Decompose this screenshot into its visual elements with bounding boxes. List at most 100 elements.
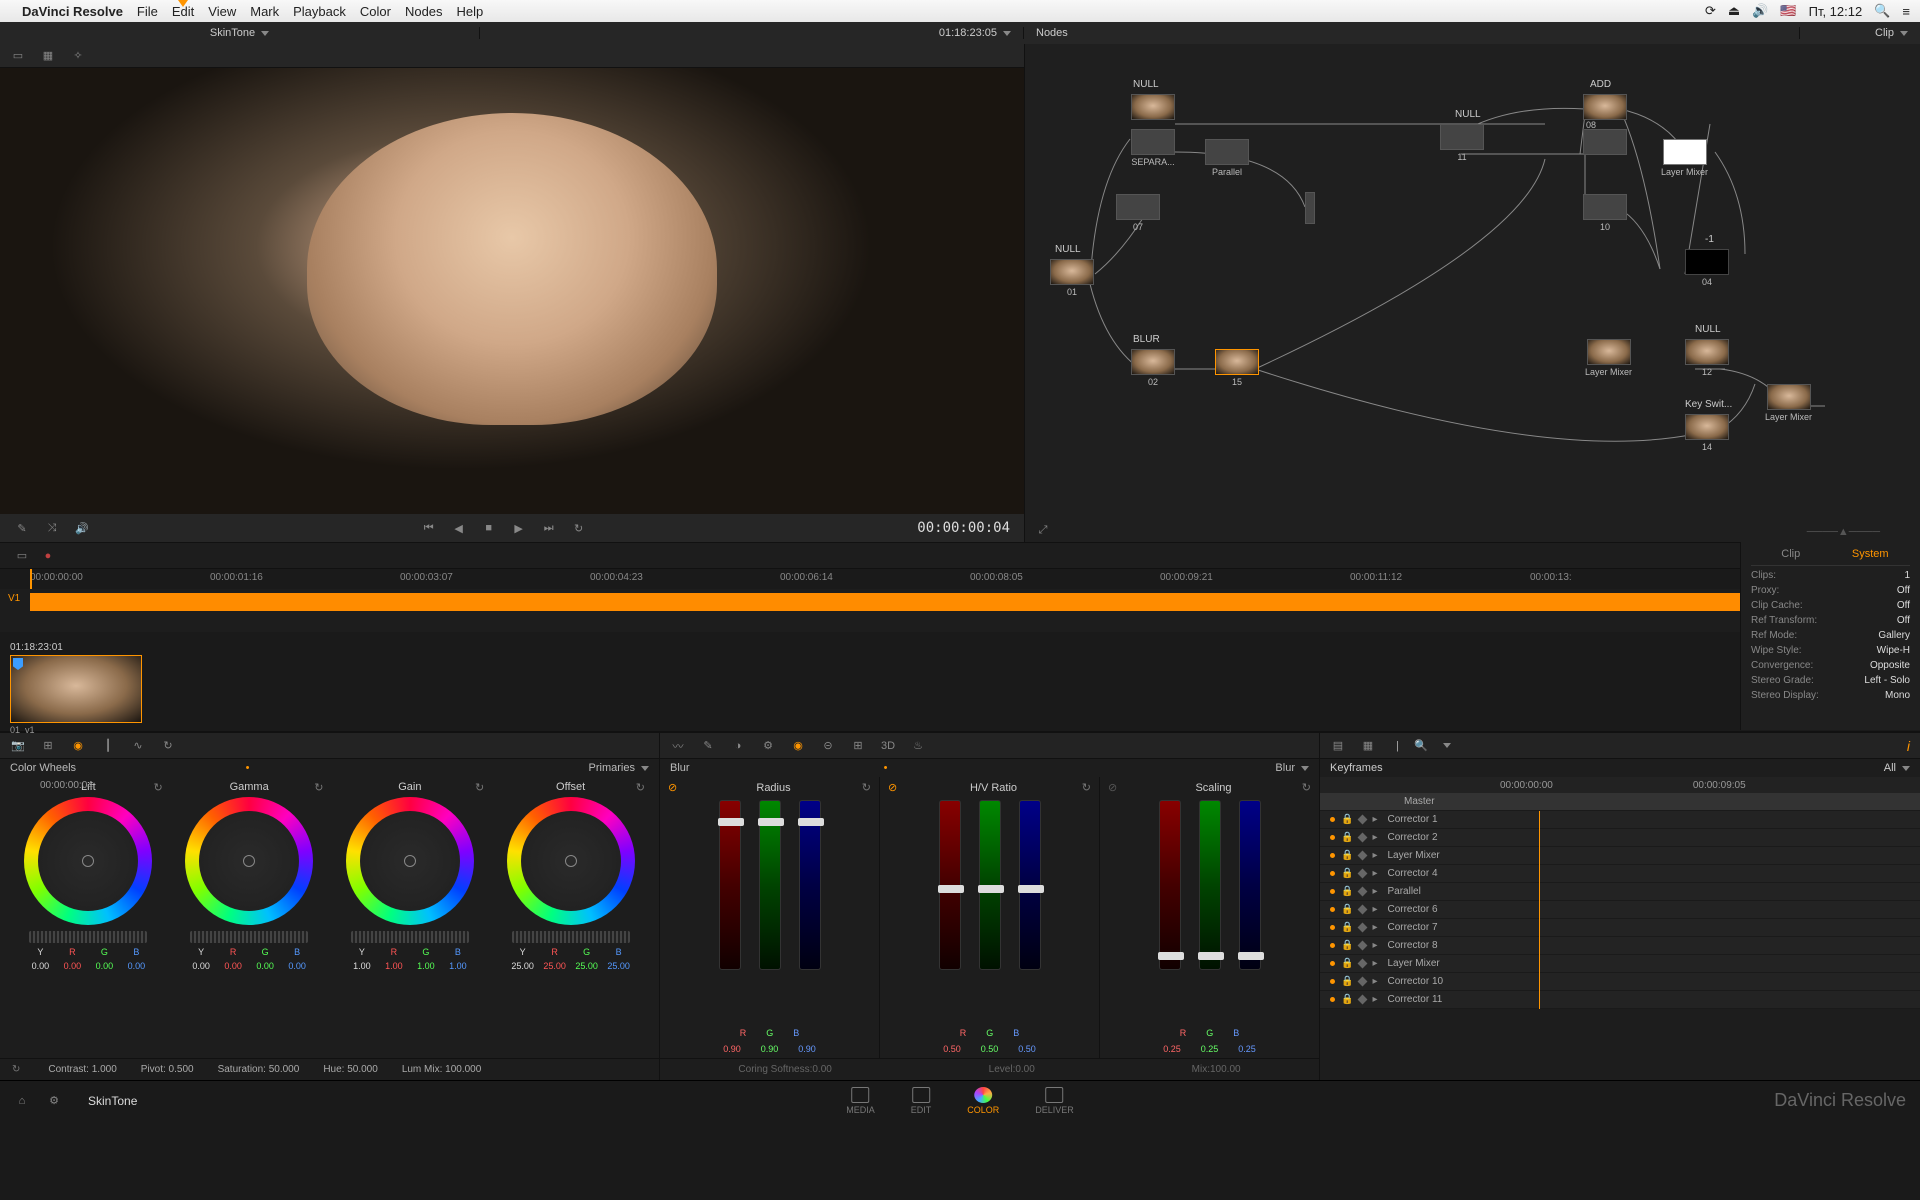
eject-icon[interactable]: ⏏ (1728, 3, 1740, 19)
lock-icon[interactable]: 🔒 (1341, 994, 1353, 1005)
expand-icon[interactable]: ▸ (1372, 994, 1377, 1005)
keyframe-icon[interactable] (1358, 869, 1368, 879)
menu-help[interactable]: Help (457, 4, 484, 19)
node-04[interactable]: 04 (1685, 249, 1729, 287)
reset-icon[interactable]: ↻ (636, 781, 645, 794)
kf-enable-icon[interactable] (1330, 961, 1335, 966)
lock-icon[interactable]: 🔒 (1341, 814, 1353, 825)
single-view-icon[interactable]: ▭ (10, 48, 26, 64)
bars-mode-icon[interactable]: ┃ (100, 738, 116, 754)
node-08[interactable]: 08 (1583, 129, 1627, 155)
node-10[interactable]: 10 (1583, 194, 1627, 232)
blur-tool-icon[interactable]: ◉ (790, 738, 806, 754)
kf-enable-icon[interactable] (1330, 871, 1335, 876)
pivot-value[interactable]: Pivot: 0.500 (141, 1064, 194, 1075)
viewer-image[interactable] (0, 68, 1024, 514)
kf-row[interactable]: 🔒▸Corrector 4 (1320, 865, 1920, 883)
keyframe-icon[interactable] (1358, 977, 1368, 987)
camera-icon[interactable]: 📷 (10, 738, 26, 754)
lock-icon[interactable]: 🔒 (1341, 922, 1353, 933)
reset-icon[interactable]: ↻ (1082, 781, 1091, 794)
kf-search-icon[interactable]: 🔍 (1413, 738, 1429, 754)
flag-icon[interactable]: 🇺🇸 (1780, 3, 1796, 19)
slider-blue[interactable] (799, 800, 821, 970)
expand-icon[interactable]: ▸ (1372, 886, 1377, 897)
lock-icon[interactable]: 🔒 (1341, 850, 1353, 861)
node-layermixer-1[interactable]: Layer Mixer (1661, 139, 1708, 177)
curve-tool-icon[interactable]: 〰 (670, 738, 686, 754)
primaries-dropdown[interactable]: Primaries (589, 762, 635, 774)
wheel-lift[interactable]: Lift↻YRGB0.000.000.000.00 (8, 781, 169, 1056)
jog-wheel[interactable] (190, 931, 308, 943)
page-media[interactable]: MEDIA (846, 1087, 875, 1115)
reset-icon[interactable]: ↻ (1302, 781, 1311, 794)
sync-icon[interactable]: ⟳ (1705, 3, 1716, 19)
wheel-gamma[interactable]: Gamma↻YRGB0.000.000.000.00 (169, 781, 330, 1056)
slider-green[interactable] (979, 800, 1001, 970)
timeline-record-icon[interactable]: ● (40, 548, 56, 564)
node-11[interactable]: 11 (1440, 124, 1484, 162)
kf-row[interactable]: 🔒▸Corrector 1 (1320, 811, 1920, 829)
kf-enable-icon[interactable] (1330, 817, 1335, 822)
contrast-value[interactable]: Contrast: 1.000 (48, 1064, 116, 1075)
keyframe-icon[interactable] (1358, 905, 1368, 915)
expand-icon[interactable]: ▸ (1372, 868, 1377, 879)
first-frame-button[interactable]: ⏮ (421, 520, 437, 536)
kf-enable-icon[interactable] (1330, 943, 1335, 948)
slider-green[interactable] (759, 800, 781, 970)
kf-enable-icon[interactable] (1330, 853, 1335, 858)
chevron-down-icon[interactable] (261, 31, 269, 36)
expand-icon[interactable]: ▸ (1372, 922, 1377, 933)
play-button[interactable]: ▶ (511, 520, 527, 536)
menu-playback[interactable]: Playback (293, 4, 346, 19)
kf-row[interactable]: 🔒▸Corrector 8 (1320, 937, 1920, 955)
chevron-down-icon[interactable] (1900, 31, 1908, 36)
mask-icon[interactable]: ◑ (730, 738, 746, 754)
reset-icon[interactable]: ↻ (475, 781, 484, 794)
kf-enable-icon[interactable] (1330, 907, 1335, 912)
link-icon[interactable]: ⊘ (888, 781, 897, 794)
expand-icon[interactable]: ▸ (1372, 832, 1377, 843)
flame-icon[interactable]: ♨ (910, 738, 926, 754)
chevron-down-icon[interactable] (1301, 766, 1309, 771)
kf-row[interactable]: 🔒▸Parallel (1320, 883, 1920, 901)
slider-blue[interactable] (1019, 800, 1041, 970)
picker-icon[interactable]: ✎ (14, 520, 30, 536)
node-layermixer-3[interactable]: Layer Mixer (1765, 384, 1812, 422)
loop-button[interactable]: ↻ (571, 520, 587, 536)
keyframe-icon[interactable] (1358, 959, 1368, 969)
kf-row[interactable]: 🔒▸Layer Mixer (1320, 847, 1920, 865)
expand-icon[interactable]: ▸ (1372, 976, 1377, 987)
menu-color[interactable]: Color (360, 4, 391, 19)
kf-row[interactable]: 🔒▸Corrector 2 (1320, 829, 1920, 847)
expand-icon[interactable]: ▸ (1372, 958, 1377, 969)
expand-icon[interactable]: ▸ (1372, 850, 1377, 861)
saturation-value[interactable]: Saturation: 50.000 (218, 1064, 300, 1075)
kf-enable-icon[interactable] (1330, 835, 1335, 840)
keyframe-icon[interactable] (1358, 833, 1368, 843)
menubar-clock[interactable]: Пт, 12:12 (1809, 4, 1863, 19)
kf-grid-icon[interactable]: ▦ (1360, 738, 1376, 754)
slider-blue[interactable] (1239, 800, 1261, 970)
volume-icon[interactable]: 🔊 (1752, 3, 1768, 19)
eyedropper-icon[interactable]: ✎ (700, 738, 716, 754)
lock-icon[interactable]: 🔒 (1341, 958, 1353, 969)
color-wheel[interactable] (185, 797, 313, 925)
reset-icon[interactable]: ↻ (154, 781, 163, 794)
menu-view[interactable]: View (208, 4, 236, 19)
kf-enable-icon[interactable] (1330, 925, 1335, 930)
page-color[interactable]: COLOR (967, 1087, 999, 1115)
keyframe-icon[interactable] (1358, 887, 1368, 897)
wheels-mode-icon[interactable]: ◉ (70, 738, 86, 754)
page-edit[interactable]: EDIT (911, 1087, 932, 1115)
settings-icon[interactable]: ⚙ (46, 1093, 62, 1109)
node-add[interactable] (1583, 94, 1627, 120)
kf-row[interactable]: 🔒▸Corrector 7 (1320, 919, 1920, 937)
video-track[interactable] (30, 593, 1904, 611)
viewer-timecode[interactable]: 00:00:00:04 (917, 521, 1010, 535)
kf-list-icon[interactable]: ▤ (1330, 738, 1346, 754)
keyframe-icon[interactable] (1358, 851, 1368, 861)
clip-name-dropdown[interactable]: SkinTone (210, 27, 255, 39)
key-icon[interactable]: ⊝ (820, 738, 836, 754)
node-parallel[interactable]: Parallel (1205, 139, 1249, 177)
